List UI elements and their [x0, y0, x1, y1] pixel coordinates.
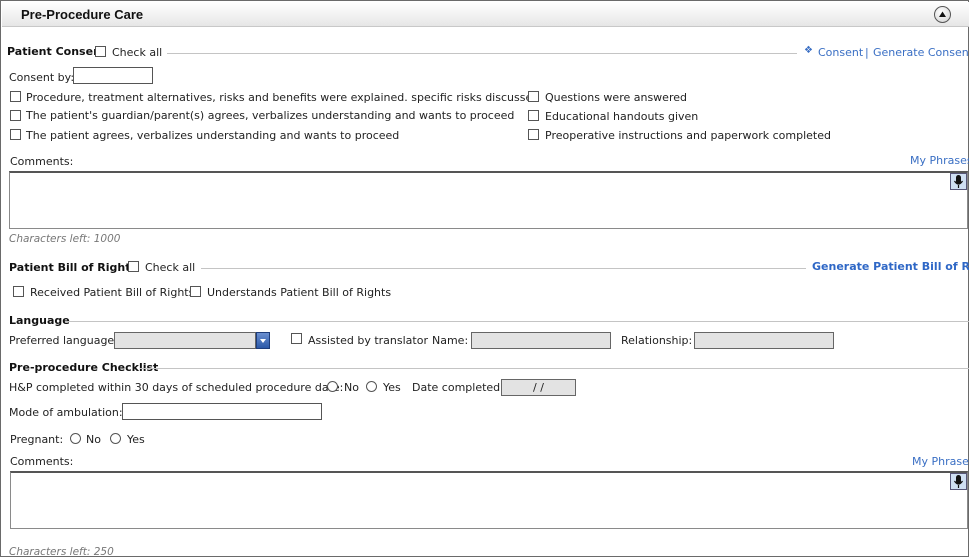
consent-item-checkbox[interactable] — [10, 129, 21, 140]
bill-of-rights-item-checkbox[interactable] — [13, 286, 24, 297]
hp-yes-radio[interactable] — [366, 381, 377, 392]
consent-item-checkbox[interactable] — [10, 110, 21, 121]
panel-title: Pre-Procedure Care — [21, 7, 144, 22]
checklist-comments-textarea[interactable] — [10, 471, 968, 529]
panel-header: Pre-Procedure Care — [2, 2, 969, 27]
consent-item-label: Educational handouts given — [545, 110, 699, 123]
consent-item-label: Questions were answered — [545, 91, 687, 104]
assisted-by-translator-label: Assisted by translator — [308, 334, 428, 347]
consent-item-label: The patient agrees, verbalizes understan… — [26, 129, 400, 142]
mode-of-ambulation-label: Mode of ambulation: — [9, 406, 123, 419]
consent-item-checkbox[interactable] — [528, 110, 539, 121]
pregnant-no-label: No — [86, 433, 101, 446]
pre-procedure-care-panel: Pre-Procedure Care Patient Consent Check… — [0, 0, 969, 558]
checklist-heading: Pre-procedure Checklist — [9, 361, 159, 374]
bill-of-rights-check-all-label: Check all — [145, 261, 196, 274]
pregnant-label: Pregnant: — [10, 433, 64, 446]
link-separator: | — [865, 46, 869, 59]
divider — [201, 268, 806, 269]
checklist-my-phrases-link[interactable]: My Phrases — [912, 455, 969, 468]
checklist-characters-left: Characters left: 250 — [9, 546, 114, 558]
consent-check-all-label: Check all — [112, 46, 163, 59]
bill-of-rights-item-label: Understands Patient Bill of Rights — [207, 286, 392, 299]
bill-of-rights-heading: Patient Bill of Rights — [9, 261, 138, 274]
date-completed-label: Date completed: — [412, 381, 504, 394]
microphone-icon[interactable] — [950, 473, 967, 490]
translator-name-label: Name: — [432, 334, 469, 347]
collapse-up-icon[interactable] — [934, 6, 951, 23]
consent-my-phrases-link[interactable]: My Phrases — [910, 154, 969, 167]
pregnant-yes-label: Yes — [127, 433, 145, 446]
checklist-comments-label: Comments: — [10, 455, 74, 468]
consent-check-all-checkbox[interactable] — [95, 46, 106, 57]
preferred-language-select[interactable] — [114, 332, 256, 349]
divider — [140, 368, 969, 369]
consent-characters-left: Characters left: 1000 — [9, 233, 121, 245]
bill-of-rights-item-label: Received Patient Bill of Rights — [30, 286, 195, 299]
consent-comments-label: Comments: — [10, 155, 74, 168]
pregnant-no-radio[interactable] — [70, 433, 81, 444]
bill-of-rights-check-all-checkbox[interactable] — [128, 261, 139, 272]
preferred-language-label: Preferred language: — [9, 334, 118, 347]
consent-item-label: Preoperative instructions and paperwork … — [545, 129, 831, 142]
hp-no-radio[interactable] — [327, 381, 338, 392]
divider — [65, 321, 969, 322]
hp-completed-label: H&P completed within 30 days of schedule… — [9, 381, 344, 394]
language-heading: Language — [9, 314, 70, 327]
bill-of-rights-item-checkbox[interactable] — [190, 286, 201, 297]
consent-comments-textarea[interactable] — [9, 171, 968, 229]
generate-bill-of-rights-link[interactable]: Generate Patient Bill of Rights — [812, 260, 969, 273]
dropdown-arrow-icon[interactable] — [256, 332, 270, 349]
generate-consent-link[interactable]: Generate Consent — [873, 46, 969, 59]
consent-item-checkbox[interactable] — [528, 91, 539, 102]
patient-consent-heading: Patient Consent — [7, 45, 107, 58]
assisted-by-translator-checkbox[interactable] — [291, 333, 302, 344]
hp-no-label: No — [344, 381, 359, 394]
relationship-input[interactable] — [694, 332, 834, 349]
consent-item-label: The patient's guardian/parent(s) agrees,… — [26, 109, 515, 122]
divider — [167, 53, 797, 54]
consent-item-checkbox[interactable] — [10, 91, 21, 102]
hp-yes-label: Yes — [383, 381, 401, 394]
date-completed-input[interactable]: / / — [501, 379, 576, 396]
mode-of-ambulation-input[interactable] — [122, 403, 322, 420]
translator-name-input[interactable] — [471, 332, 611, 349]
consent-item-checkbox[interactable] — [528, 129, 539, 140]
relationship-label: Relationship: — [621, 334, 693, 347]
consent-by-label: Consent by: — [9, 71, 75, 84]
pregnant-yes-radio[interactable] — [110, 433, 121, 444]
consent-by-input[interactable] — [73, 67, 153, 84]
consent-link[interactable]: Consent — [818, 46, 863, 59]
microphone-icon[interactable] — [950, 173, 967, 190]
diamond-icon: ❖ — [804, 45, 813, 56]
consent-item-label: Procedure, treatment alternatives, risks… — [26, 91, 540, 104]
